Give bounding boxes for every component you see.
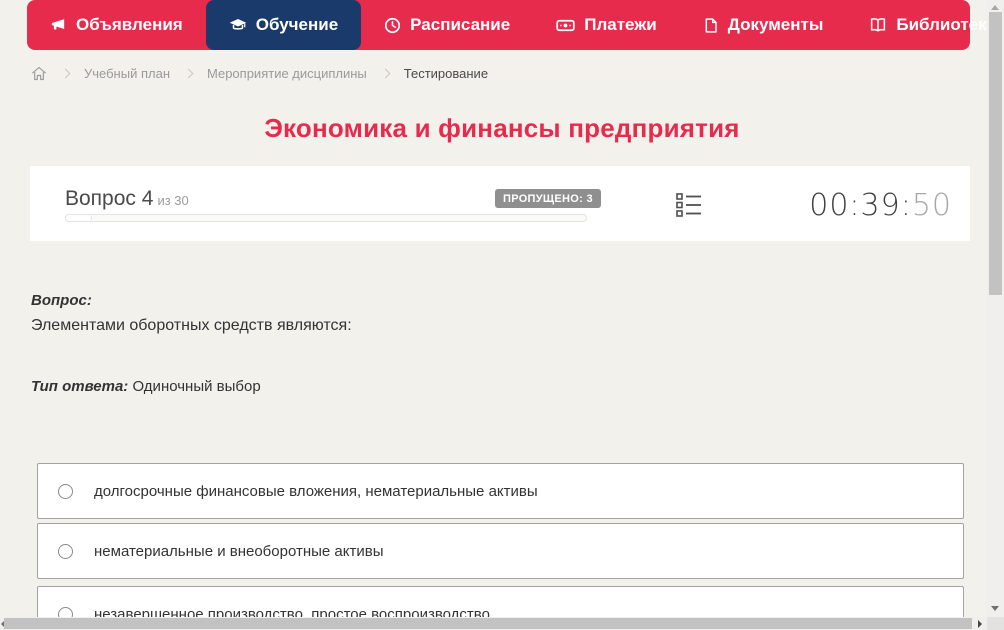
- breadcrumb-separator-icon: [380, 68, 391, 78]
- home-icon[interactable]: [31, 66, 47, 81]
- nav-item-label: Библиотека: [896, 15, 997, 34]
- answer-option[interactable]: долгосрочные финансовые вложения, немате…: [37, 463, 964, 519]
- question-number-text: Вопрос 4: [65, 187, 154, 210]
- nav-item-announcements[interactable]: Объявления: [27, 0, 206, 50]
- question-header-card: Вопрос 4 из 30 ПРОПУЩЕНО: 3 00:39:50: [30, 166, 970, 241]
- book-icon: [869, 16, 887, 34]
- progress-bar: [65, 214, 587, 222]
- clock-icon: [384, 17, 401, 34]
- radio-button[interactable]: [58, 543, 73, 559]
- question-number: Вопрос 4 из 30: [65, 187, 189, 211]
- nav-item-documents[interactable]: Документы: [680, 0, 847, 50]
- breadcrumb-separator-icon: [183, 68, 194, 78]
- scroll-right-icon[interactable]: [978, 619, 982, 628]
- nav-item-label: Документы: [727, 15, 824, 34]
- nav-item-label: Расписание: [410, 15, 511, 34]
- nav-item-label: Объявления: [76, 15, 183, 34]
- horizontal-scrollbar[interactable]: [0, 617, 987, 630]
- nav-item-payments[interactable]: Платежи: [533, 0, 680, 50]
- breadcrumb-discipline-event[interactable]: Мероприятие дисциплины: [207, 66, 367, 81]
- page-title: Экономика и финансы предприятия: [264, 113, 740, 143]
- question-total-text: из 30: [157, 193, 189, 208]
- graduation-cap-icon: [229, 16, 247, 34]
- page: Объявления Обучение Расписание Платежи Д…: [0, 0, 1004, 630]
- breadcrumb-testing: Тестирование: [403, 65, 489, 81]
- scroll-up-icon[interactable]: [991, 5, 999, 10]
- breadcrumb-separator-icon: [60, 68, 71, 78]
- progress-fill: [66, 215, 92, 221]
- scroll-down-icon[interactable]: [991, 606, 999, 611]
- timer-seconds: 50: [911, 188, 952, 223]
- answer-option-label: долгосрочные финансовые вложения, немате…: [94, 482, 538, 500]
- question-label: Вопрос:: [31, 292, 92, 309]
- skipped-badge: ПРОПУЩЕНО: 3: [495, 189, 601, 208]
- nav-item-label: Платежи: [584, 15, 657, 34]
- radio-button[interactable]: [58, 483, 73, 499]
- vertical-scrollbar[interactable]: [987, 0, 1004, 617]
- nav-item-label: Обучение: [255, 15, 339, 34]
- scrollbar-corner: [987, 617, 1004, 630]
- megaphone-icon: [50, 17, 67, 34]
- document-icon: [703, 17, 719, 34]
- answer-option-label: нематериальные и внеоборотные активы: [94, 542, 384, 560]
- question-text: Элементами оборотных средств являются:: [31, 317, 352, 334]
- vertical-scrollbar-thumb[interactable]: [989, 12, 1002, 295]
- nav-item-learning[interactable]: Обучение: [205, 0, 362, 50]
- answer-type-value: Одиночный выбор: [132, 378, 261, 395]
- timer: 00:39:50: [809, 188, 952, 223]
- answer-option[interactable]: нематериальные и внеоборотные активы: [37, 523, 964, 579]
- question-list-icon[interactable]: [676, 192, 702, 218]
- nav-item-schedule[interactable]: Расписание: [361, 0, 533, 50]
- answer-type-row: Тип ответа: Одиночный выбор: [31, 378, 261, 395]
- answer-type-label: Тип ответа:: [31, 378, 129, 395]
- timer-main: 00:39:: [809, 188, 912, 223]
- breadcrumb: Учебный план Мероприятие дисциплины Тест…: [31, 62, 488, 84]
- breadcrumb-curriculum[interactable]: Учебный план: [84, 66, 170, 81]
- nav-item-library[interactable]: Библиотека: [846, 0, 1004, 50]
- horizontal-scrollbar-thumb[interactable]: [4, 618, 972, 629]
- main-navbar: Объявления Обучение Расписание Платежи Д…: [27, 0, 996, 50]
- banknote-icon: [556, 16, 575, 35]
